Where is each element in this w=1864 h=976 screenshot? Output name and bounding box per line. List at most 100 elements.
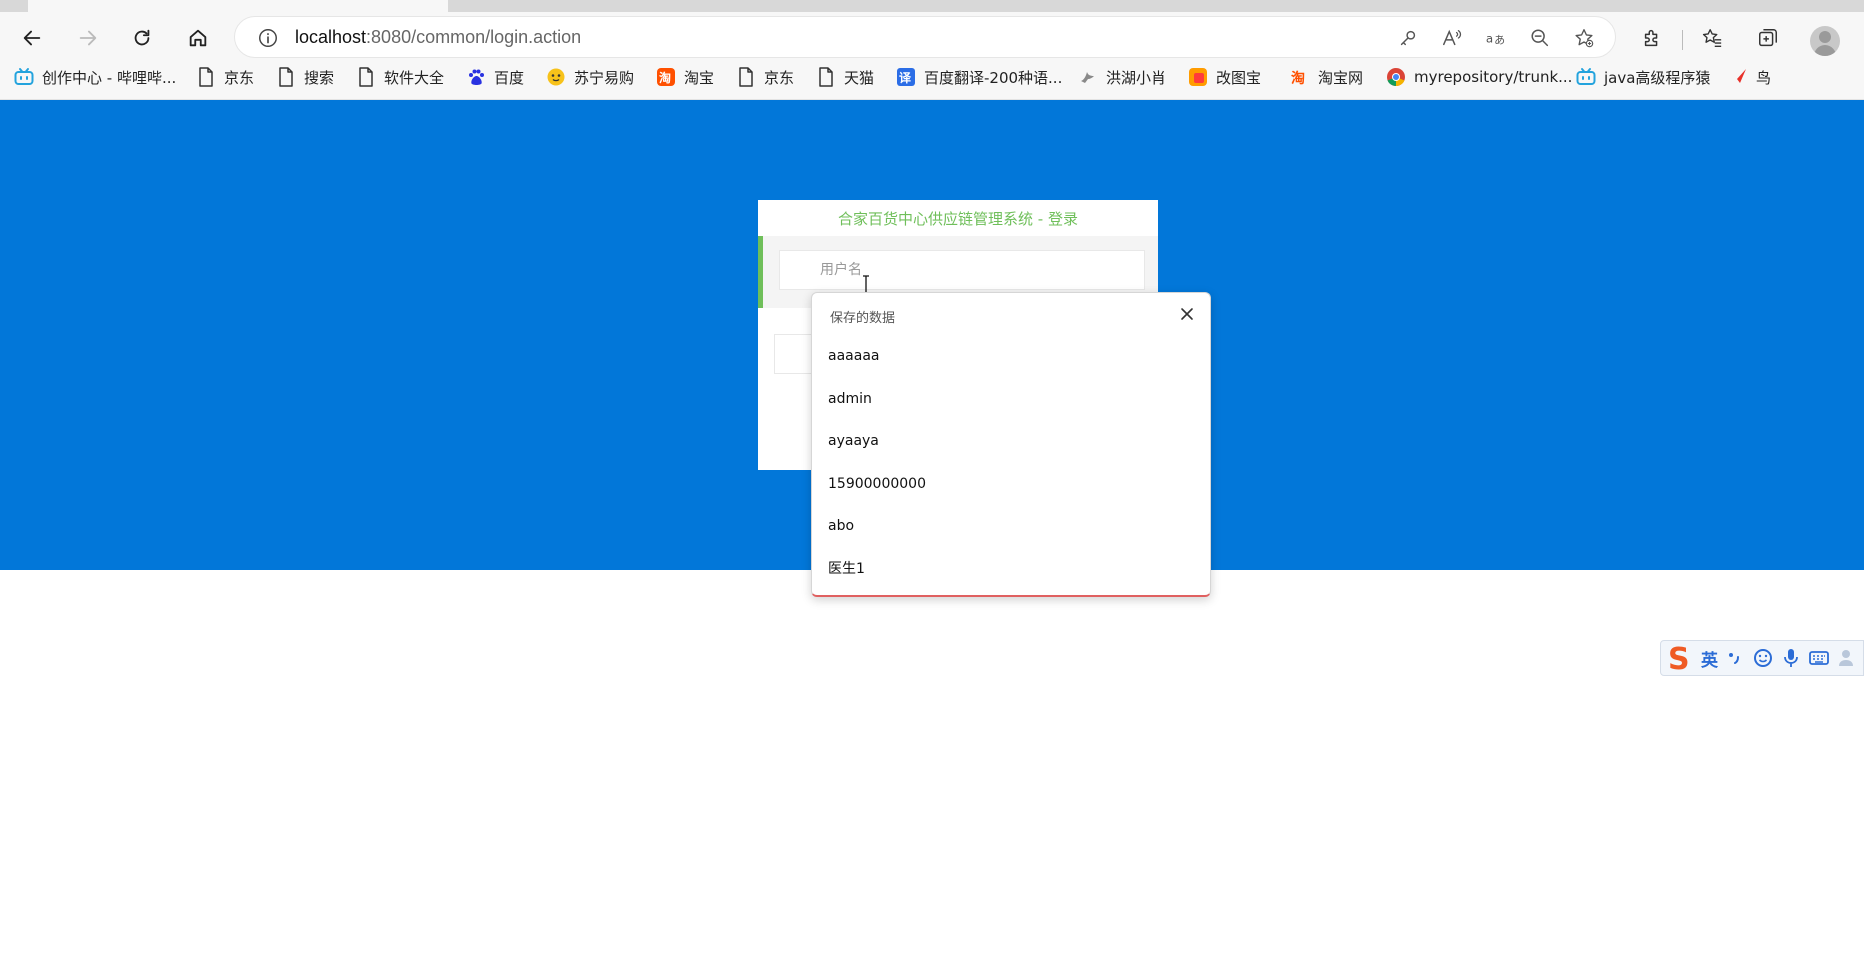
translate-icon: 译 (896, 67, 916, 87)
bookmark-3[interactable]: 软件大全 (356, 62, 444, 92)
browser-toolbar: localhost:8080/common/login.action aあ (0, 12, 1864, 60)
bookmark-5[interactable]: 苏宁易购 (546, 62, 634, 92)
bookmark-2[interactable]: 搜索 (276, 62, 334, 92)
autofill-item[interactable]: admin (812, 378, 1210, 421)
bookmark-9[interactable]: 译 百度翻译-200种语... (896, 62, 1062, 92)
bird-red-icon (1728, 67, 1748, 87)
autofill-dropdown: 保存的数据 aaaaaa admin ayaaya 15900000000 ab… (811, 292, 1211, 597)
autofill-header: 保存的数据 (830, 311, 896, 326)
microphone-icon[interactable] (1780, 647, 1802, 669)
home-button[interactable] (180, 20, 216, 56)
sogou-logo-icon[interactable]: S (1665, 641, 1699, 675)
baidu-icon (466, 67, 486, 87)
svg-text:S: S (1668, 642, 1690, 675)
bookmark-label: 搜索 (304, 68, 335, 87)
svg-text:译: 译 (899, 71, 912, 85)
emoji-icon[interactable] (1752, 647, 1774, 669)
bookmark-1[interactable]: 京东 (196, 62, 254, 92)
page-icon (276, 67, 296, 87)
bookmark-13[interactable]: myrepository/trunk... (1386, 62, 1572, 92)
bookmark-label: 创作中心 - 哔哩哔... (42, 68, 177, 87)
info-icon[interactable] (257, 27, 279, 49)
svg-text:あ: あ (1494, 34, 1505, 47)
zoom-out-icon[interactable] (1529, 27, 1551, 49)
tab-strip (0, 0, 1864, 12)
autofill-item[interactable]: ayaaya (812, 420, 1210, 463)
page-icon (736, 67, 756, 87)
bookmark-label: 改图宝 (1216, 68, 1262, 87)
bookmark-8[interactable]: 天猫 (816, 62, 874, 92)
bookmark-4[interactable]: 百度 (466, 62, 524, 92)
page-icon (816, 67, 836, 87)
browser-chrome: localhost:8080/common/login.action aあ 创作… (0, 0, 1864, 100)
autofill-item[interactable]: 15900000000 (812, 463, 1210, 506)
password-input[interactable] (774, 334, 814, 374)
collections-button[interactable] (1754, 24, 1782, 52)
home-icon (189, 29, 207, 47)
bookmarks-bar: 创作中心 - 哔哩哔... 京东 搜索 软件大全 百度 苏宁易购 淘 淘宝 京东 (0, 62, 1864, 96)
chrome-icon (1386, 67, 1406, 87)
bird-icon (1078, 67, 1098, 87)
autofill-item[interactable]: aaaaaa (812, 335, 1210, 378)
profile-avatar[interactable] (1810, 26, 1840, 56)
url-text[interactable]: localhost:8080/common/login.action (295, 27, 581, 48)
gaitubao-icon (1188, 67, 1208, 87)
url-path: :8080/common/login.action (366, 27, 582, 47)
bookmark-15[interactable]: 鸟 (1728, 62, 1771, 92)
bookmark-7[interactable]: 京东 (736, 62, 794, 92)
back-button[interactable] (14, 20, 50, 56)
bookmark-label: 淘宝 (684, 68, 715, 87)
url-host: localhost (295, 27, 367, 47)
bilibili-icon (1576, 67, 1596, 87)
bookmark-label: 京东 (764, 68, 795, 87)
bookmark-10[interactable]: 洪湖小肖 (1078, 62, 1166, 92)
ime-toolbar: S 英 (1660, 640, 1864, 676)
bookmark-14[interactable]: java高级程序猿 (1576, 62, 1710, 92)
username-input[interactable]: 用户名 (779, 250, 1145, 290)
favorites-button[interactable] (1698, 24, 1726, 52)
bookmark-11[interactable]: 改图宝 (1188, 62, 1261, 92)
taobao-icon: 淘 (656, 67, 676, 87)
bookmark-label: 洪湖小肖 (1106, 68, 1167, 87)
bookmark-label: 苏宁易购 (574, 68, 635, 87)
ime-mode-label[interactable]: 英 (1701, 646, 1718, 671)
key-icon[interactable] (1397, 27, 1419, 49)
arrow-left-icon (23, 30, 41, 46)
favorites-icon (1702, 29, 1722, 47)
svg-text:淘: 淘 (1291, 70, 1305, 87)
bookmark-12[interactable]: 淘 淘宝网 (1290, 62, 1363, 92)
bookmark-0[interactable]: 创作中心 - 哔哩哔... (14, 62, 176, 92)
punctuation-icon[interactable] (1724, 647, 1746, 669)
suning-icon (546, 67, 566, 87)
bilibili-icon (14, 67, 34, 87)
reload-button[interactable] (124, 20, 160, 56)
close-icon[interactable] (1176, 303, 1198, 325)
add-favorite-icon[interactable] (1573, 27, 1595, 49)
taobao-icon: 淘 (1290, 67, 1310, 87)
bookmark-label: java高级程序猿 (1604, 68, 1711, 87)
autofill-item[interactable]: abo (812, 505, 1210, 548)
forward-button[interactable] (70, 20, 106, 56)
translate-icon[interactable]: aあ (1485, 27, 1507, 49)
extensions-button[interactable] (1638, 24, 1666, 52)
autofill-item[interactable]: 医生1 (812, 548, 1210, 591)
puzzle-icon (1644, 29, 1658, 47)
active-tab[interactable] (28, 0, 448, 12)
bookmark-label: 软件大全 (384, 68, 445, 87)
user-icon[interactable] (1836, 647, 1858, 669)
address-bar[interactable]: localhost:8080/common/login.action aあ (234, 16, 1616, 58)
svg-text:a: a (1486, 32, 1493, 46)
read-aloud-icon[interactable] (1441, 27, 1463, 49)
bookmark-6[interactable]: 淘 淘宝 (656, 62, 714, 92)
keyboard-icon[interactable] (1808, 647, 1830, 669)
login-title: 合家百货中心供应链管理系统 - 登录 (838, 210, 1078, 228)
autofill-list: aaaaaa admin ayaaya 15900000000 abo 医生1 (812, 335, 1210, 590)
refresh-icon (134, 29, 150, 46)
bookmark-label: 京东 (224, 68, 255, 87)
bookmark-label: 鸟 (1756, 68, 1772, 87)
collections-icon (1759, 29, 1777, 47)
toolbar-divider (1682, 30, 1683, 50)
bookmark-label: 百度翻译-200种语... (924, 68, 1063, 87)
bookmark-label: myrepository/trunk... (1414, 68, 1573, 86)
bookmark-label: 天猫 (844, 68, 875, 87)
